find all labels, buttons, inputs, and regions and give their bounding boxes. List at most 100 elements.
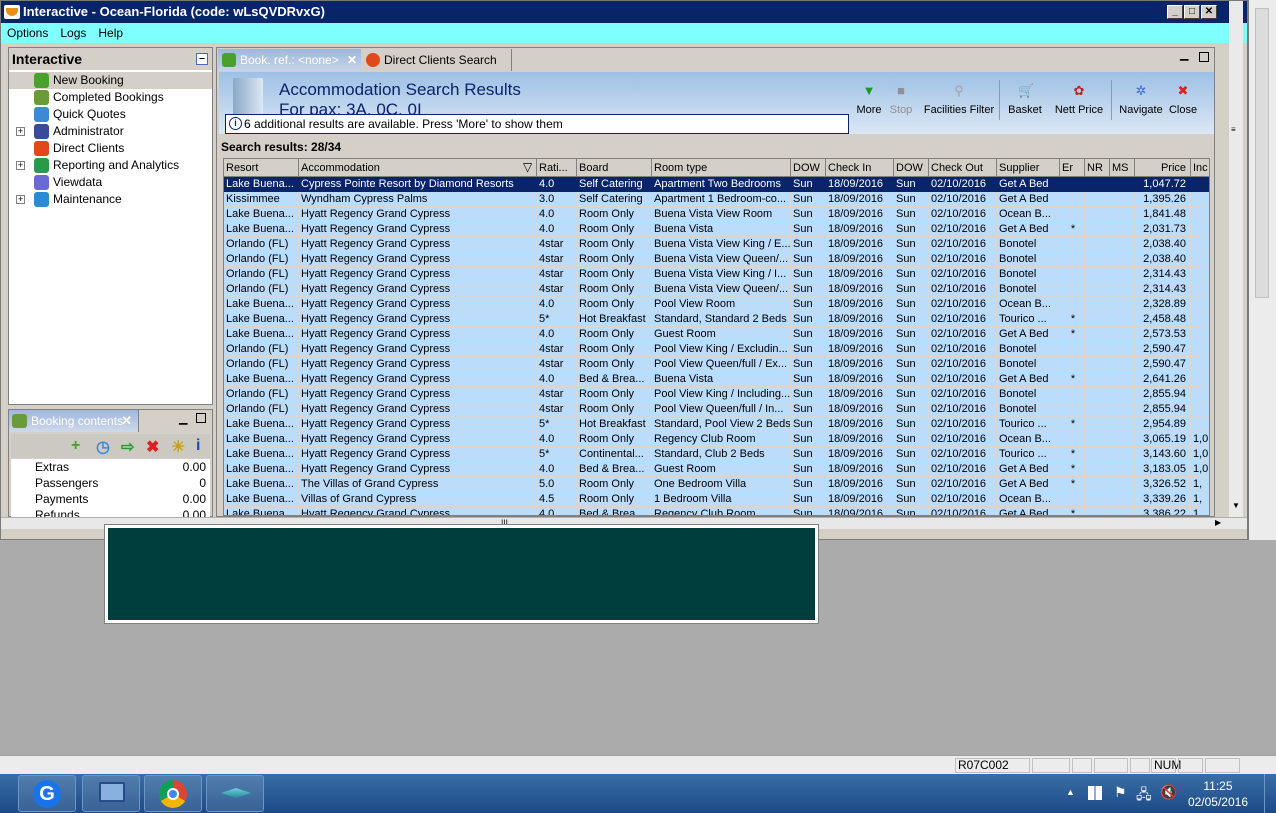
cell-rati: 5.0: [537, 477, 577, 492]
sidebar-item-direct-clients[interactable]: Direct Clients: [9, 140, 212, 157]
menu-options[interactable]: Options: [1, 23, 54, 43]
table-row[interactable]: Lake Buena... Hyatt Regency Grand Cypress…: [224, 297, 1209, 312]
expand-icon[interactable]: +: [16, 161, 25, 170]
column-header-supplier[interactable]: Supplier: [997, 159, 1060, 177]
column-header-rati[interactable]: Rati...: [537, 159, 577, 177]
column-header-checkin[interactable]: Check In: [826, 159, 894, 177]
table-row[interactable]: Lake Buena... Hyatt Regency Grand Cypress…: [224, 327, 1209, 342]
show-hidden-icons[interactable]: ▲: [1066, 787, 1075, 797]
table-row[interactable]: Lake Buena... Hyatt Regency Grand Cypress…: [224, 312, 1209, 327]
maximize-panel-icon[interactable]: [1199, 52, 1209, 62]
cell-ms: [1110, 372, 1135, 387]
filter-icon[interactable]: ▽: [523, 160, 532, 174]
sidebar-item-reporting-and-analytics[interactable]: + Reporting and Analytics: [9, 157, 212, 174]
nett-price-button[interactable]: ✿ Nett Price: [1051, 84, 1107, 124]
scroll-right-icon[interactable]: ▶: [1215, 518, 1221, 527]
table-row[interactable]: Lake Buena... Hyatt Regency Grand Cypress…: [224, 447, 1209, 462]
taskbar-chrome[interactable]: [144, 775, 202, 812]
basket-button[interactable]: 🛒 Basket: [1007, 84, 1043, 124]
close-tab-icon[interactable]: ✕: [121, 410, 132, 432]
stop-button[interactable]: ■ Stop: [887, 84, 915, 124]
cell-rati: 4star: [537, 237, 577, 252]
table-row[interactable]: Orlando (FL) Hyatt Regency Grand Cypress 4…: [224, 402, 1209, 417]
table-row[interactable]: Lake Buena... The Villas of Grand Cypress…: [224, 477, 1209, 492]
vertical-scrollbar[interactable]: ≡ ▼: [1229, 1, 1243, 517]
collapse-icon[interactable]: –: [196, 53, 208, 65]
column-header-accommodation[interactable]: Accommodation: [299, 159, 537, 177]
table-row[interactable]: Lake Buena... Hyatt Regency Grand Cypress…: [224, 222, 1209, 237]
column-header-board[interactable]: Board: [577, 159, 652, 177]
scroll-down-icon[interactable]: ▼: [1232, 501, 1240, 510]
minimize-button[interactable]: _: [1167, 5, 1183, 19]
taskbar-interactive-app[interactable]: [206, 775, 264, 812]
windows-icon[interactable]: [1088, 786, 1102, 800]
tab-booking-contents[interactable]: Booking contents ✕: [9, 410, 139, 432]
maximize-button[interactable]: □: [1184, 5, 1200, 19]
sidebar-item-maintenance[interactable]: + Maintenance: [9, 191, 212, 208]
table-row[interactable]: Orlando (FL) Hyatt Regency Grand Cypress 4…: [224, 267, 1209, 282]
table-row[interactable]: Orlando (FL) Hyatt Regency Grand Cypress 4…: [224, 252, 1209, 267]
volume-muted-icon[interactable]: 🔇: [1160, 784, 1177, 801]
column-header-dow[interactable]: DOW: [894, 159, 929, 177]
sidebar-item-viewdata[interactable]: Viewdata: [9, 174, 212, 191]
maximize-panel-icon[interactable]: [196, 413, 206, 423]
background-scrollbar[interactable]: [1255, 8, 1269, 298]
delete-icon[interactable]: ✖: [146, 437, 159, 457]
add-icon[interactable]: +: [71, 437, 80, 455]
table-row[interactable]: Lake Buena... Hyatt Regency Grand Cypress…: [224, 207, 1209, 222]
minimize-panel-icon[interactable]: ▁: [179, 412, 187, 425]
table-row[interactable]: Orlando (FL) Hyatt Regency Grand Cypress 4…: [224, 237, 1209, 252]
table-row[interactable]: Lake Buena... Hyatt Regency Grand Cypress…: [224, 372, 1209, 387]
sidebar-item-administrator[interactable]: + Administrator: [9, 123, 212, 140]
more-button[interactable]: ▼ More: [855, 84, 883, 124]
table-row[interactable]: Lake Buena... Hyatt Regency Grand Cypress…: [224, 417, 1209, 432]
cell-price: 3,386.22: [1135, 507, 1191, 515]
navigate-button[interactable]: ✲ Navigate: [1117, 84, 1165, 124]
show-desktop-button[interactable]: [1264, 774, 1276, 813]
table-row[interactable]: Orlando (FL) Hyatt Regency Grand Cypress 4…: [224, 282, 1209, 297]
taskbar-remote-desktop[interactable]: [82, 775, 140, 812]
sidebar-item-quick-quotes[interactable]: Quick Quotes: [9, 106, 212, 123]
column-header-ms[interactable]: MS: [1110, 159, 1135, 177]
action-center-icon[interactable]: ⚑: [1114, 784, 1127, 801]
table-row[interactable]: Lake Buena... Hyatt Regency Grand Cypress…: [224, 432, 1209, 447]
sidebar-item-completed-bookings[interactable]: Completed Bookings: [9, 89, 212, 106]
table-row[interactable]: Kissimmee Wyndham Cypress Palms 3.0 Self Ca…: [224, 192, 1209, 207]
table-row[interactable]: Lake Buena... Cypress Pointe Resort by Di…: [224, 177, 1209, 192]
menu-help[interactable]: Help: [92, 23, 129, 43]
column-header-price[interactable]: Price: [1135, 159, 1191, 177]
column-header-resort[interactable]: Resort: [224, 159, 299, 177]
cell-checkout: 02/10/2016: [929, 312, 997, 327]
table-row[interactable]: Lake Buena... Hyatt Regency Grand Cypress…: [224, 462, 1209, 477]
expand-icon[interactable]: +: [16, 195, 25, 204]
table-row[interactable]: Lake Buena... Villas of Grand Cypress 4.5 R…: [224, 492, 1209, 507]
close-button[interactable]: ✕: [1201, 5, 1217, 19]
clock-icon[interactable]: ◷: [96, 437, 110, 457]
minimize-panel-icon[interactable]: ▁: [1180, 48, 1188, 61]
system-clock[interactable]: 11:25 02/05/2016: [1188, 778, 1248, 810]
table-row[interactable]: Lake Buena... Hyatt Regency Grand Cypress…: [224, 507, 1209, 515]
info-icon[interactable]: i: [196, 437, 200, 455]
column-header-er[interactable]: Er: [1060, 159, 1085, 177]
scroll-grip-icon[interactable]: ≡: [1231, 125, 1241, 137]
close-button[interactable]: ✖ Close: [1167, 84, 1199, 124]
basket-icon[interactable]: ⇨: [121, 437, 134, 457]
tab-direct-clients-search[interactable]: Direct Clients Search: [362, 49, 512, 71]
menu-logs[interactable]: Logs: [54, 23, 92, 43]
table-row[interactable]: Orlando (FL) Hyatt Regency Grand Cypress 4…: [224, 342, 1209, 357]
table-row[interactable]: Orlando (FL) Hyatt Regency Grand Cypress 4…: [224, 357, 1209, 372]
column-header-inc[interactable]: Inc: [1191, 159, 1209, 177]
column-header-nr[interactable]: NR: [1085, 159, 1110, 177]
column-header-roomtype[interactable]: Room type: [652, 159, 791, 177]
facilities-filter-button[interactable]: ⚲ Facilities Filter: [923, 84, 995, 124]
column-header-dow[interactable]: DOW: [791, 159, 826, 177]
close-tab-icon[interactable]: ✕: [347, 49, 357, 71]
table-row[interactable]: Orlando (FL) Hyatt Regency Grand Cypress 4…: [224, 387, 1209, 402]
expand-icon[interactable]: +: [16, 127, 25, 136]
column-header-checkout[interactable]: Check Out: [929, 159, 997, 177]
sidebar-item-new-booking[interactable]: New Booking: [9, 72, 212, 89]
tab-booking-ref[interactable]: Book. ref.: <none> ✕: [218, 49, 361, 71]
palm-tree-icon[interactable]: ☀: [171, 437, 185, 457]
network-icon[interactable]: 🖧: [1136, 784, 1152, 808]
taskbar-google[interactable]: G: [18, 775, 76, 812]
